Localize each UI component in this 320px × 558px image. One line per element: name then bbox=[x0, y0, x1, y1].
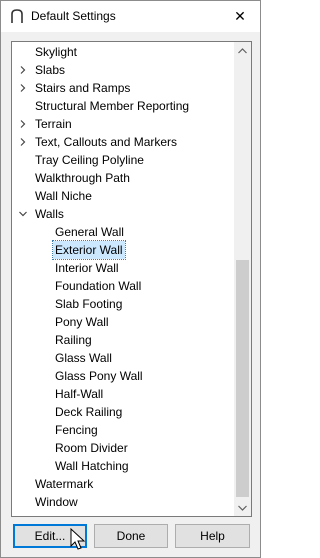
chevron-down-icon[interactable] bbox=[19, 210, 27, 218]
scrollbar-thumb[interactable] bbox=[236, 260, 249, 497]
tree-item[interactable]: Tray Ceiling Polyline bbox=[12, 151, 232, 169]
tree-item-label: Walls bbox=[35, 207, 64, 221]
tree-item-label: Foundation Wall bbox=[55, 279, 142, 293]
chevron-right-icon[interactable] bbox=[19, 84, 27, 92]
tree-item-label: Skylight bbox=[35, 45, 78, 59]
scroll-down-button[interactable] bbox=[234, 499, 251, 516]
tree-item-label: Glass Wall bbox=[55, 351, 112, 365]
tree-item[interactable]: Skylight bbox=[12, 43, 232, 61]
tree-subitem[interactable]: Glass Pony Wall bbox=[12, 367, 232, 385]
vertical-scrollbar[interactable] bbox=[234, 42, 251, 516]
tree-item-label: Glass Pony Wall bbox=[55, 369, 143, 383]
tree-item-label: Half-Wall bbox=[55, 387, 104, 401]
tree-subitem[interactable]: Room Divider bbox=[12, 439, 232, 457]
tree-item[interactable]: Stairs and Ramps bbox=[12, 79, 232, 97]
tree-item-label: Window bbox=[35, 495, 78, 509]
tree-item[interactable]: Window bbox=[12, 493, 232, 511]
dialog-title: Default Settings bbox=[31, 9, 116, 23]
settings-tree[interactable]: Window Watermark Wall Hatching Room Divider… bbox=[11, 41, 252, 517]
tree-subitem[interactable]: General Wall bbox=[12, 223, 232, 241]
tree-item[interactable]: Structural Member Reporting bbox=[12, 97, 232, 115]
close-icon: ✕ bbox=[234, 8, 246, 24]
tree-item-label: Slabs bbox=[35, 63, 66, 77]
tree-item-label: Structural Member Reporting bbox=[35, 99, 190, 113]
tree-item-label: Stairs and Ramps bbox=[35, 81, 131, 95]
tree-item[interactable]: Watermark bbox=[12, 475, 232, 493]
tree-item-label: Interior Wall bbox=[55, 261, 119, 275]
arrow-down-icon bbox=[238, 505, 247, 511]
done-button[interactable]: Done bbox=[94, 524, 168, 548]
tree-item-label: Railing bbox=[55, 333, 92, 347]
tree-item-label: Watermark bbox=[35, 477, 94, 491]
tree-item-label: Walkthrough Path bbox=[35, 171, 130, 185]
chevron-right-icon[interactable] bbox=[19, 120, 27, 128]
chevron-right-icon[interactable] bbox=[19, 138, 27, 146]
tree-item-label: Terrain bbox=[35, 117, 72, 131]
tree-item-label: Tray Ceiling Polyline bbox=[35, 153, 144, 167]
close-button[interactable]: ✕ bbox=[220, 1, 260, 32]
tree-subitem[interactable]: Pony Wall bbox=[12, 313, 232, 331]
help-button[interactable]: Help bbox=[175, 524, 250, 548]
tree-item[interactable]: Terrain bbox=[12, 115, 232, 133]
app-logo-icon bbox=[11, 9, 23, 23]
tree-subitem[interactable]: Foundation Wall bbox=[12, 277, 232, 295]
tree-subitem[interactable]: Glass Wall bbox=[12, 349, 232, 367]
title-bar[interactable]: Default Settings ✕ bbox=[1, 1, 260, 32]
tree-subitem[interactable]: Deck Railing bbox=[12, 403, 232, 421]
tree-item-label: Room Divider bbox=[55, 441, 128, 455]
default-settings-dialog: Default Settings ✕ Window Watermark Wall H… bbox=[0, 0, 261, 558]
scroll-up-button[interactable] bbox=[234, 42, 251, 59]
tree-subitem[interactable]: Railing bbox=[12, 331, 232, 349]
tree-subitem[interactable]: Wall Hatching bbox=[12, 457, 232, 475]
tree-item-label: Text, Callouts and Markers bbox=[35, 135, 178, 149]
tree-subitem[interactable]: Half-Wall bbox=[12, 385, 232, 403]
chevron-right-icon[interactable] bbox=[19, 66, 27, 74]
tree-item[interactable]: Wall Niche bbox=[12, 187, 232, 205]
tree-item-label: Wall Hatching bbox=[55, 459, 129, 473]
tree-item-label: Exterior Wall bbox=[52, 240, 126, 260]
tree-subitem[interactable]: Fencing bbox=[12, 421, 232, 439]
tree-subitem[interactable]: Exterior Wall bbox=[12, 240, 232, 260]
tree-item-label: Wall Niche bbox=[35, 189, 92, 203]
tree-item-label: General Wall bbox=[55, 225, 124, 239]
tree-item[interactable]: Slabs bbox=[12, 61, 232, 79]
arrow-up-icon bbox=[238, 47, 247, 53]
tree-item[interactable]: Text, Callouts and Markers bbox=[12, 133, 232, 151]
tree-item-label: Fencing bbox=[55, 423, 98, 437]
tree-item-label: Deck Railing bbox=[55, 405, 123, 419]
tree-subitem[interactable]: Interior Wall bbox=[12, 259, 232, 277]
tree-item[interactable]: Walkthrough Path bbox=[12, 169, 232, 187]
tree-item-label: Pony Wall bbox=[55, 315, 109, 329]
tree-item-label: Slab Footing bbox=[55, 297, 123, 311]
mouse-cursor-icon bbox=[70, 528, 86, 550]
tree-item[interactable]: Walls bbox=[12, 205, 232, 223]
tree-subitem[interactable]: Slab Footing bbox=[12, 295, 232, 313]
